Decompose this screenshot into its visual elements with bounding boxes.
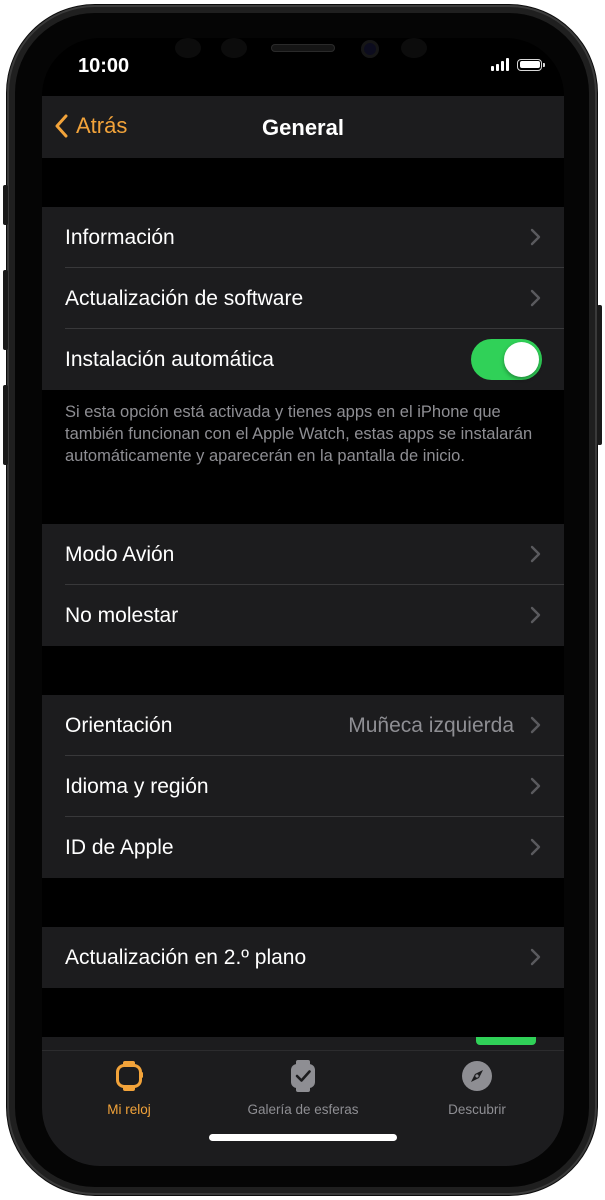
chevron-right-icon xyxy=(530,228,541,246)
volume-down-button xyxy=(3,385,8,465)
row-label: No molestar xyxy=(65,604,179,627)
row-label: Información xyxy=(65,226,175,249)
row-label: Idioma y región xyxy=(65,775,209,798)
screen: 10:00 Atrás General Información Actualiz… xyxy=(42,38,564,1166)
notch xyxy=(155,38,451,78)
ambient-sensor xyxy=(221,38,247,58)
row-id-apple[interactable]: ID de Apple xyxy=(42,817,564,878)
proximity-sensor xyxy=(175,38,201,58)
tab-mi-reloj[interactable]: Mi reloj xyxy=(42,1059,216,1117)
tab-galeria-esferas[interactable]: Galería de esferas xyxy=(216,1059,390,1117)
row-modo-avion[interactable]: Modo Avión xyxy=(42,524,564,585)
cellular-signal-icon xyxy=(491,58,509,71)
earpiece-speaker xyxy=(271,44,335,52)
page-title: General xyxy=(262,115,344,140)
chevron-right-icon xyxy=(530,289,541,307)
tab-label: Mi reloj xyxy=(107,1102,151,1117)
row-idioma-region[interactable]: Idioma y región xyxy=(42,756,564,817)
row-partial-hidden xyxy=(42,1037,564,1051)
face-id-sensor xyxy=(401,38,427,58)
tab-label: Descubrir xyxy=(448,1102,506,1117)
row-no-molestar[interactable]: No molestar xyxy=(42,585,564,646)
row-instalacion-automatica: Instalación automática xyxy=(42,329,564,390)
settings-list: Información Actualización de software In… xyxy=(42,158,564,1051)
silent-switch xyxy=(3,185,8,225)
row-actualizacion-segundo-plano[interactable]: Actualización en 2.º plano xyxy=(42,927,564,988)
navigation-bar: Atrás General xyxy=(42,96,564,158)
row-orientacion[interactable]: Orientación Muñeca izquierda xyxy=(42,695,564,756)
home-indicator[interactable] xyxy=(209,1134,397,1141)
row-actualizacion-software[interactable]: Actualización de software xyxy=(42,268,564,329)
compass-icon xyxy=(462,1061,492,1091)
chevron-right-icon xyxy=(530,948,541,966)
volume-up-button xyxy=(3,270,8,350)
chevron-right-icon xyxy=(530,777,541,795)
row-label: Orientación xyxy=(65,714,173,737)
watch-icon xyxy=(116,1061,143,1091)
section-gap xyxy=(42,988,564,1037)
auto-install-footnote: Si esta opción está activada y tienes ap… xyxy=(42,390,564,524)
row-label: Actualización de software xyxy=(65,287,304,310)
section-gap xyxy=(42,878,564,927)
partial-toggle[interactable] xyxy=(476,1037,536,1045)
tab-descubrir[interactable]: Descubrir xyxy=(390,1059,564,1117)
row-label: Modo Avión xyxy=(65,543,175,566)
chevron-right-icon xyxy=(530,606,541,624)
tab-label: Galería de esferas xyxy=(247,1102,359,1117)
front-camera xyxy=(361,40,379,58)
row-label: ID de Apple xyxy=(65,836,174,859)
chevron-right-icon xyxy=(530,838,541,856)
tab-bar: Mi reloj Galería de esferas Descubrir xyxy=(42,1050,564,1166)
row-informacion[interactable]: Información xyxy=(42,207,564,268)
battery-icon xyxy=(517,58,545,71)
section-gap xyxy=(42,646,564,695)
toggle-knob xyxy=(504,342,539,377)
row-label: Instalación automática xyxy=(65,348,274,371)
chevron-right-icon xyxy=(530,545,541,563)
chevron-right-icon xyxy=(530,716,541,734)
status-time: 10:00 xyxy=(78,55,130,77)
watch-face-gallery-icon xyxy=(291,1060,315,1092)
row-label: Actualización en 2.º plano xyxy=(65,946,307,969)
auto-install-toggle[interactable] xyxy=(471,339,542,380)
row-value: Muñeca izquierda xyxy=(348,714,514,737)
power-button xyxy=(597,305,602,445)
section-gap xyxy=(42,158,564,207)
status-icons xyxy=(491,58,545,71)
